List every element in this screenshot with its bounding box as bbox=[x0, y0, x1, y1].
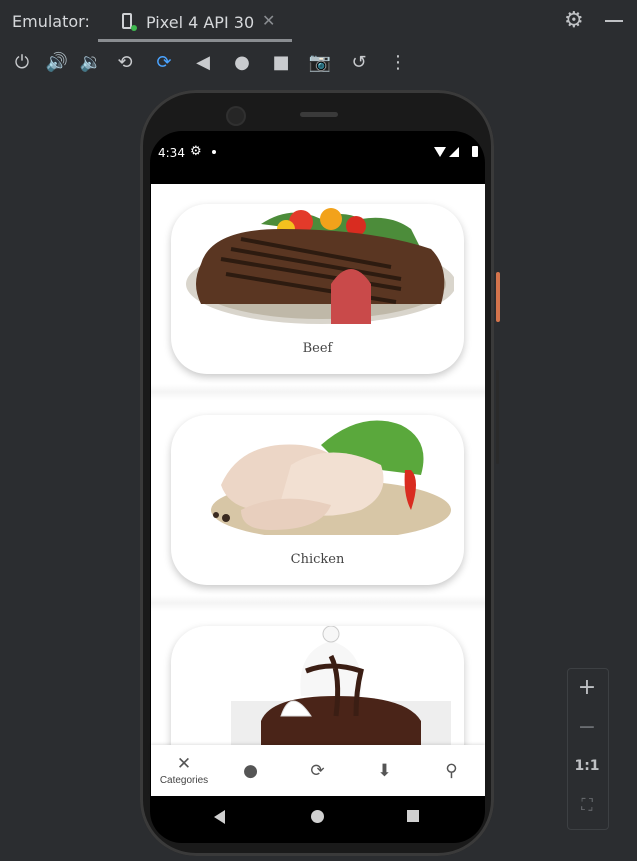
nav-item-refresh[interactable]: ⟳ bbox=[284, 745, 351, 796]
front-camera-icon bbox=[228, 108, 244, 124]
power-icon[interactable]: ⏻ bbox=[10, 50, 34, 74]
dessert-image bbox=[231, 626, 451, 746]
home-icon[interactable]: ● bbox=[230, 50, 254, 74]
bottom-navigation: ✕ Categories ● ⟳ ⬇ ⚲ bbox=[151, 745, 485, 796]
categories-screen[interactable]: Beef Chicken bbox=[151, 184, 485, 796]
chicken-image bbox=[211, 420, 451, 535]
camera-icon[interactable]: 📷 bbox=[308, 50, 332, 74]
battery-icon bbox=[472, 146, 478, 157]
rotate-right-icon[interactable]: ⟳ bbox=[152, 50, 176, 74]
overview-icon[interactable]: ■ bbox=[269, 50, 293, 74]
status-time: 4:34 bbox=[158, 146, 185, 160]
settings-gear-icon[interactable]: ⚙ bbox=[564, 8, 584, 33]
system-recents-icon[interactable] bbox=[407, 810, 419, 822]
signal-icon bbox=[449, 147, 459, 157]
nav-item-location[interactable]: ⬇ bbox=[351, 745, 418, 796]
search-icon: ⚲ bbox=[445, 760, 458, 781]
system-back-icon[interactable] bbox=[214, 810, 225, 824]
emulator-title: Emulator: bbox=[12, 12, 90, 31]
beef-image bbox=[186, 208, 454, 324]
zoom-in-button[interactable]: + bbox=[567, 675, 607, 700]
rotate-left-icon[interactable]: ⟲ bbox=[113, 50, 137, 74]
zoom-out-button[interactable]: − bbox=[567, 715, 607, 740]
more-icon[interactable]: ⋮ bbox=[386, 50, 410, 74]
status-settings-icon: ⚙ bbox=[190, 144, 202, 159]
location-pin-icon: ⬇ bbox=[377, 760, 392, 781]
close-tab-icon[interactable]: ✕ bbox=[262, 11, 275, 30]
volume-down-icon[interactable]: 🔉 bbox=[79, 50, 103, 74]
volume-side-button[interactable] bbox=[496, 370, 499, 464]
minimize-icon[interactable] bbox=[605, 20, 623, 22]
category-card-beef[interactable]: Beef bbox=[171, 204, 464, 374]
nav-item-categories[interactable]: ✕ Categories bbox=[151, 745, 217, 796]
volume-up-icon[interactable]: 🔊 bbox=[45, 50, 69, 74]
nav-item-search[interactable]: ⚲ bbox=[418, 745, 485, 796]
zoom-1to1-button[interactable]: 1:1 bbox=[567, 758, 607, 774]
tab-underline bbox=[98, 39, 292, 42]
category-label: Chicken bbox=[290, 552, 345, 567]
cookie-icon: ● bbox=[243, 760, 258, 781]
utensils-icon: ✕ bbox=[176, 754, 192, 774]
system-home-icon[interactable] bbox=[311, 810, 324, 823]
nav-label: Categories bbox=[159, 775, 209, 786]
divider bbox=[151, 595, 485, 611]
divider bbox=[151, 384, 485, 400]
earpiece-speaker bbox=[300, 112, 338, 117]
device-tab-label[interactable]: Pixel 4 API 30 bbox=[146, 13, 254, 32]
snapshot-icon[interactable]: ↺ bbox=[347, 50, 371, 74]
wifi-icon bbox=[434, 147, 446, 157]
running-indicator-icon bbox=[131, 25, 137, 31]
power-side-button[interactable] bbox=[496, 272, 500, 322]
emulator-titlebar bbox=[0, 0, 637, 42]
nav-item-cookie[interactable]: ● bbox=[217, 745, 284, 796]
notification-dot-icon bbox=[212, 150, 216, 154]
back-icon[interactable]: ◀ bbox=[191, 50, 215, 74]
category-card-chicken[interactable]: Chicken bbox=[171, 415, 464, 585]
zoom-fit-icon[interactable]: ⛶ bbox=[567, 795, 607, 815]
refresh-icon: ⟳ bbox=[310, 760, 325, 781]
category-label: Beef bbox=[302, 341, 333, 356]
